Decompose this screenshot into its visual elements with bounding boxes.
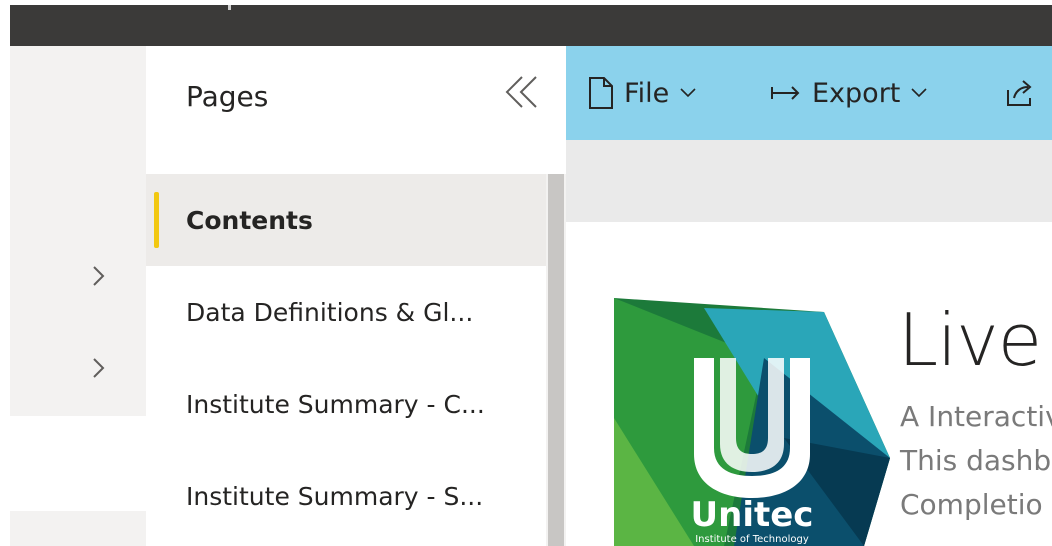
page-item-label: Data Definitions & Gl... bbox=[186, 297, 474, 327]
page-item-data-definitions[interactable]: Data Definitions & Gl... bbox=[146, 266, 546, 358]
report-toolbar: File Export bbox=[566, 46, 1052, 140]
chevron-right-icon bbox=[93, 358, 105, 378]
scrollbar-thumb[interactable] bbox=[548, 174, 564, 546]
export-menu-button[interactable]: Export bbox=[770, 46, 928, 140]
chevron-right-icon bbox=[93, 266, 105, 286]
left-nav-rail bbox=[10, 46, 146, 546]
left-nav-bottom-strip bbox=[10, 511, 146, 546]
logo-subtext: Institute of Technology bbox=[695, 534, 809, 545]
report-description-line-2: This dashb bbox=[900, 444, 1052, 477]
page-list-scrollbar[interactable] bbox=[546, 174, 566, 546]
chevron-down-icon bbox=[911, 88, 927, 98]
file-icon bbox=[589, 77, 613, 109]
app-top-bar bbox=[10, 5, 1052, 46]
page-list: Contents Data Definitions & Gl... Instit… bbox=[146, 174, 546, 542]
double-chevron-left-icon bbox=[505, 76, 537, 108]
page-item-label: Institute Summary - C... bbox=[186, 389, 485, 419]
page-item-contents[interactable]: Contents bbox=[146, 174, 546, 266]
top-bar-mark bbox=[228, 5, 231, 10]
page-item-label: Institute Summary - S... bbox=[186, 481, 484, 511]
report-page: Unitec Institute of Technology Live A In… bbox=[566, 222, 1052, 546]
export-menu-label: Export bbox=[812, 77, 901, 109]
pages-pane-title: Pages bbox=[186, 80, 269, 113]
logo-wordmark: Unitec bbox=[691, 495, 814, 535]
share-button[interactable] bbox=[1006, 46, 1036, 140]
export-arrow-icon bbox=[771, 86, 800, 100]
report-title: Live bbox=[898, 298, 1042, 382]
nav-expand-button-2[interactable] bbox=[86, 356, 110, 380]
report-description-line-1: A Interactiv bbox=[900, 400, 1052, 433]
active-page-indicator bbox=[154, 192, 159, 248]
collapse-pages-button[interactable] bbox=[502, 72, 542, 112]
pages-pane: Pages Contents Data Definitions & Gl... … bbox=[146, 46, 566, 546]
page-item-label: Contents bbox=[186, 205, 313, 235]
report-description-line-3: Completio bbox=[900, 488, 1043, 521]
file-menu-label: File bbox=[624, 77, 670, 109]
unitec-logo: Unitec Institute of Technology bbox=[614, 298, 890, 546]
nav-expand-button-1[interactable] bbox=[86, 264, 110, 288]
file-menu-button[interactable]: File bbox=[588, 46, 697, 140]
chevron-down-icon bbox=[680, 88, 696, 98]
page-item-institute-summary-s[interactable]: Institute Summary - S... bbox=[146, 450, 546, 542]
share-icon bbox=[1007, 80, 1032, 106]
page-item-institute-summary-c[interactable]: Institute Summary - C... bbox=[146, 358, 546, 450]
left-nav-background bbox=[10, 46, 146, 416]
